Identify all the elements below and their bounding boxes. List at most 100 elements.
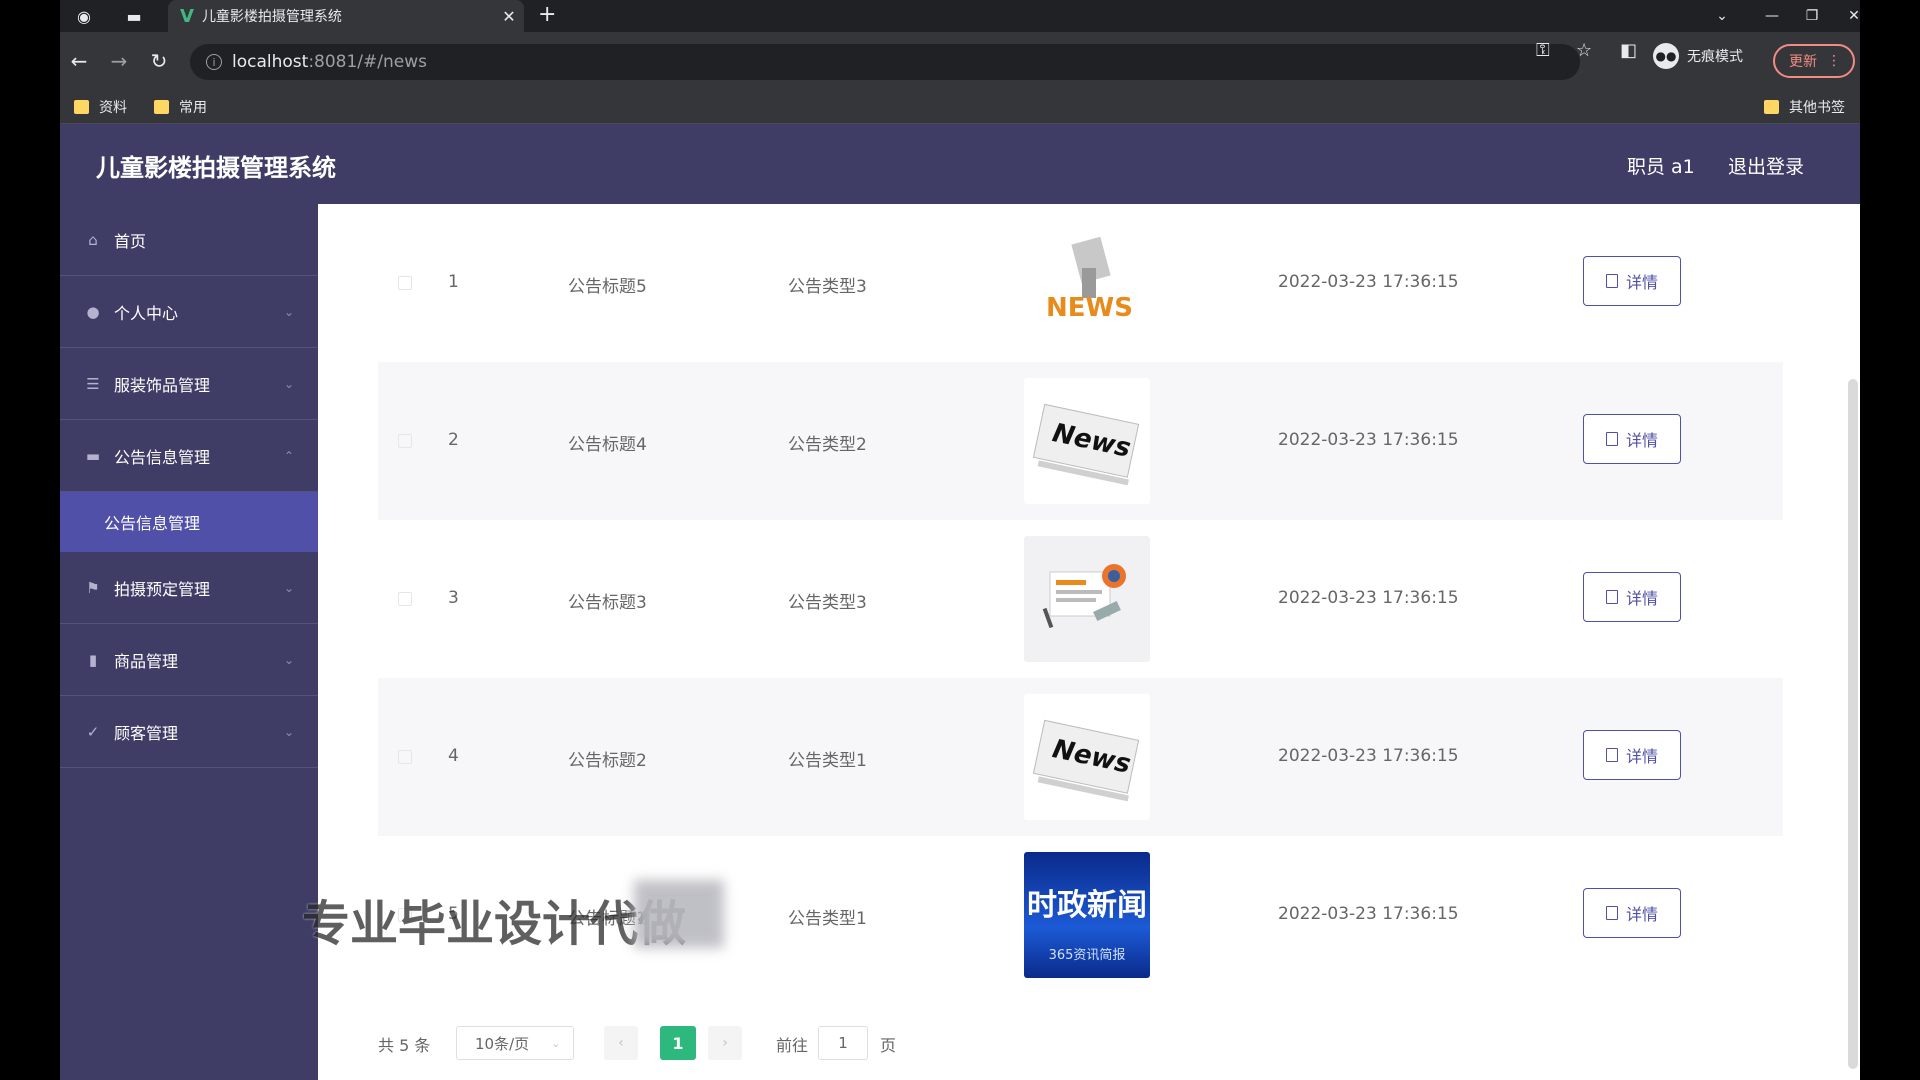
row-type: 公告类型1 [788,909,867,929]
bookmark-folder-ziliao[interactable]: 资料 [74,97,127,117]
chevron-up-icon: ⌃ [283,448,294,463]
row-index: 4 [448,746,459,766]
bookmark-label: 资料 [99,100,127,116]
page-number-current[interactable]: 1 [660,1026,696,1060]
news-3d-icon: NEWS [1024,228,1150,354]
bookmark-star-icon[interactable]: ☆ [1576,40,1592,61]
sidebar-item-personal-center[interactable]: ● 个人中心 ⌄ [60,276,318,348]
tab-close-icon[interactable]: ✕ [494,7,524,26]
chevron-down-icon: ⌄ [283,652,294,667]
detail-button[interactable]: 详情 [1583,730,1681,780]
vue-logo-icon: V [180,5,194,27]
bookmark-folder-changyong[interactable]: 常用 [154,97,207,117]
sidebar-item-costume[interactable]: ☰ 服装饰品管理 ⌄ [60,348,318,420]
chevron-down-icon: ⌄ [551,1036,561,1050]
home-icon: ⌂ [88,230,98,249]
row-time: 2022-03-23 17:36:15 [1278,588,1459,608]
detail-button[interactable]: 详情 [1583,256,1681,306]
reload-icon[interactable]: ↻ [146,49,172,73]
detail-button[interactable]: 详情 [1583,414,1681,464]
update-label: 更新 [1789,54,1817,70]
svg-text:NEWS: NEWS [1046,293,1133,323]
row-checkbox[interactable] [398,592,412,606]
sidebar-subitem-announcement[interactable]: 公告信息管理 [60,492,318,552]
tab-list-icon[interactable]: ⌄ [1696,0,1748,32]
forward-icon[interactable]: → [106,49,132,73]
browser-tab[interactable]: V 儿童影楼拍摄管理系统 ✕ [168,0,524,32]
chevron-down-icon: ⌄ [283,580,294,595]
row-type: 公告类型2 [788,435,867,455]
bookmark-folder-other[interactable]: 其他书签 [1764,97,1845,117]
pagination: 共 5 条 10条/页 ⌄ ‹ 1 › 前往 1 页 [378,1024,978,1060]
app-title: 儿童影楼拍摄管理系统 [96,154,336,182]
browser-window: ◉ ▬ V 儿童影楼拍摄管理系统 ✕ + ⌄ — ❐ ✕ ← → ↻ i loc… [60,0,1860,1080]
news-board-icon [1024,536,1150,662]
bookmark-label: 常用 [179,100,207,116]
detail-label: 详情 [1625,273,1658,292]
folder-icon [1764,100,1779,114]
sidebar-item-label: 首页 [114,231,147,251]
detail-label: 详情 [1625,589,1658,608]
detail-button[interactable]: 详情 [1583,572,1681,622]
sidebar-item-label: 个人中心 [114,303,179,323]
new-tab-icon[interactable]: + [538,2,556,27]
goto-page-input[interactable]: 1 [818,1026,868,1060]
next-page-icon[interactable]: › [708,1026,742,1060]
incognito-icon: ●● [1653,43,1679,69]
sidebar-item-announcement[interactable]: ▬ 公告信息管理 ⌃ [60,420,318,492]
goto-suffix: 页 [880,1036,897,1055]
back-icon[interactable]: ← [66,49,92,73]
sidebar-item-goods[interactable]: ▮ 商品管理 ⌄ [60,624,318,696]
row-time: 2022-03-23 17:36:15 [1278,904,1459,924]
browser-toolbar: ← → ↻ i localhost :8081/#/news ⚿ ☆ ◧ ●● … [60,32,1860,90]
close-window-icon[interactable]: ✕ [1828,0,1860,32]
row-type: 公告类型3 [788,593,867,613]
document-icon [1605,590,1618,604]
row-checkbox[interactable] [398,434,412,448]
more-menu-icon[interactable]: ⋮ [1827,53,1841,69]
main-scrollbar[interactable] [1848,379,1858,1069]
folder-icon [74,100,89,114]
row-title: 公告标题4 [568,435,647,455]
address-bar[interactable]: i localhost :8081/#/news [190,44,1580,80]
folder-icon [154,100,169,114]
prev-page-icon[interactable]: ‹ [604,1026,638,1060]
sidebar-item-booking[interactable]: ⚑ 拍摄预定管理 ⌄ [60,552,318,624]
browser-profile-icon[interactable]: ◉ [72,4,96,28]
incognito-indicator[interactable]: ●● 无痕模式 [1653,43,1743,69]
row-checkbox[interactable] [398,750,412,764]
update-button[interactable]: 更新 ⋮ [1773,44,1855,78]
watermark-text: 专业毕业设计代做 [302,896,687,952]
sidebar-item-label: 服装饰品管理 [114,375,211,395]
site-info-icon[interactable]: i [206,54,222,70]
logout-button[interactable]: 退出登录 [1728,152,1804,179]
table-row: 2 公告标题4 公告类型2 News 2022-03-23 17:36:15 详… [378,362,1783,520]
sidebar-item-label: 拍摄预定管理 [114,579,211,599]
sidebar: ⌂ 首页 ● 个人中心 ⌄ ☰ 服装饰品管理 ⌄ ▬ 公告信息管理 ⌃ 公告信息… [60,204,318,1080]
political-news-banner: 时政新闻 365资讯简报 [1024,852,1150,978]
newspaper-icon: News [1024,378,1150,504]
row-checkbox[interactable] [398,276,412,290]
side-panel-icon[interactable]: ◧ [1620,40,1637,61]
browser-tab-bar: ◉ ▬ V 儿童影楼拍摄管理系统 ✕ + ⌄ — ❐ ✕ [60,0,1860,32]
banner-subtitle: 365资讯简报 [1048,948,1126,963]
row-time: 2022-03-23 17:36:15 [1278,430,1459,450]
tab-search-icon[interactable]: ▬ [122,4,146,28]
row-title: 公告标题2 [568,751,647,771]
sidebar-item-customers[interactable]: ✓ 顾客管理 ⌄ [60,696,318,768]
sidebar-item-label: 公告信息管理 [114,447,211,467]
sidebar-item-label: 商品管理 [114,651,179,671]
goto-label: 前往 [776,1036,809,1055]
detail-button[interactable]: 详情 [1583,888,1681,938]
page-size-select[interactable]: 10条/页 ⌄ [456,1026,574,1060]
row-time: 2022-03-23 17:36:15 [1278,746,1459,766]
briefcase-icon: ▬ [85,446,101,465]
key-icon[interactable]: ⚿ [1536,40,1550,61]
detail-label: 详情 [1625,747,1658,766]
row-title: 公告标题3 [568,593,647,613]
table-row: 3 公告标题3 公告类型3 2022-03-23 17:36:15 详情 [378,520,1783,678]
current-user: 职员 a1 [1627,156,1695,178]
sidebar-item-home[interactable]: ⌂ 首页 [60,204,318,276]
chevron-down-icon: ⌄ [283,304,294,319]
page-size-value: 10条/页 [475,1034,530,1053]
